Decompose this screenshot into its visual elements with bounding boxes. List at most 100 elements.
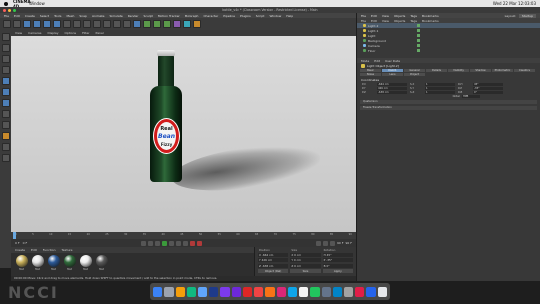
section-freeze-transformation[interactable]: Freeze Transformation (360, 106, 537, 110)
objects-tab-file[interactable]: File (361, 19, 366, 23)
record-icon[interactable] (190, 240, 196, 246)
menu-motion-tracker[interactable]: Motion Tracker (158, 14, 180, 18)
viewport-menu-cameras[interactable]: Cameras (28, 31, 41, 35)
coord-size-select[interactable]: Size (290, 268, 321, 273)
visibility-check-icon[interactable] (417, 44, 420, 47)
light-tab-caustics[interactable]: Caustics (514, 69, 535, 72)
lock-workplane-icon[interactable] (1, 143, 10, 151)
sky-icon[interactable] (173, 20, 181, 28)
material-0[interactable]: Mat (15, 255, 28, 274)
material-5[interactable]: Mat (95, 255, 108, 274)
dock-app-icon[interactable] (242, 286, 253, 297)
scale-icon[interactable] (43, 20, 51, 28)
param-value-s-x[interactable]: 1 (425, 83, 455, 86)
coord-rot-p[interactable]: P -35° (322, 258, 353, 263)
make-editable-icon[interactable] (1, 33, 10, 41)
y-axis-icon[interactable] (73, 20, 81, 28)
coord-pos-z[interactable]: Z -638 cm (258, 263, 289, 268)
coord-rot-b[interactable]: B 0° (322, 263, 353, 268)
subdivision-surface-icon[interactable] (143, 20, 151, 28)
light-tab-shadow[interactable]: Shadow (470, 69, 491, 72)
light-tab-basic[interactable]: Basic (360, 69, 381, 72)
menu-edit[interactable]: Edit (14, 14, 20, 18)
dock-app-icon[interactable] (164, 286, 174, 297)
key-scale-icon[interactable] (323, 240, 328, 246)
move-icon[interactable] (33, 20, 41, 28)
dock-app-icon[interactable] (265, 286, 275, 297)
param-value-r-b[interactable]: 0° (473, 91, 503, 94)
menu-render[interactable]: Render (128, 14, 139, 18)
light-tab-photometric[interactable]: Photometric (492, 69, 513, 72)
dock-app-icon[interactable] (209, 286, 219, 297)
light-tab-coord[interactable]: Coord. (382, 69, 403, 72)
param-value-p-y[interactable]: 426 cm (377, 87, 407, 90)
om-menu-bookmarks[interactable]: Bookmarks (422, 14, 439, 18)
render-settings-icon[interactable] (123, 20, 131, 28)
prev-key-icon[interactable] (148, 240, 154, 246)
material-menu-create[interactable]: Create (15, 248, 25, 252)
next-frame-icon[interactable] (169, 240, 175, 246)
clock[interactable]: Wed 22 Mar 12:03:03 (493, 1, 536, 6)
viewport-menu-panel[interactable]: Panel (96, 31, 104, 35)
material-preview[interactable] (15, 255, 28, 267)
param-value-s-z[interactable]: 1 (425, 91, 455, 94)
goto-end-icon[interactable] (183, 240, 189, 246)
cube-icon[interactable] (133, 20, 141, 28)
material-menu-function[interactable]: Function (43, 248, 56, 252)
x-axis-icon[interactable] (63, 20, 71, 28)
zoom-window-button[interactable] (13, 8, 16, 12)
dock-app-icon[interactable] (366, 286, 376, 297)
dock-app-icon[interactable] (175, 286, 185, 297)
edges-mode-icon[interactable] (1, 88, 10, 96)
live-selection-icon[interactable] (23, 20, 31, 28)
object-row-floor[interactable]: Floor (357, 48, 540, 53)
viewport-menu-options[interactable]: Options (65, 31, 77, 35)
world-coord-icon[interactable] (93, 20, 101, 28)
light-icon[interactable] (193, 20, 201, 28)
om-menu-view[interactable]: View (382, 14, 389, 18)
dock-app-icon[interactable] (276, 286, 286, 297)
goto-start-icon[interactable] (141, 240, 147, 246)
render-view-icon[interactable] (103, 20, 111, 28)
camera-icon[interactable] (183, 20, 191, 28)
next-key-icon[interactable] (176, 240, 182, 246)
menu-window[interactable]: Window (269, 14, 281, 18)
coord-mode-select[interactable]: Object (Rel) (258, 268, 289, 273)
om-menu-file[interactable]: File (361, 14, 366, 18)
preview-end-frame[interactable]: 90 F (346, 241, 353, 246)
om-menu-objects[interactable]: Objects (394, 14, 405, 18)
dock-app-icon[interactable] (377, 286, 387, 297)
material-preview[interactable] (63, 255, 76, 267)
menu-simulate[interactable]: Simulate (110, 14, 123, 18)
current-frame[interactable]: 0 F (23, 241, 28, 245)
viewport-menu-filter[interactable]: Filter (82, 31, 89, 35)
dock-app-icon[interactable] (310, 286, 320, 297)
objects-tab-view[interactable]: View (382, 19, 389, 23)
snap-icon[interactable] (1, 132, 10, 140)
tweak-mode-icon[interactable] (1, 121, 10, 129)
menu-script[interactable]: Script (256, 14, 265, 18)
dock-app-icon[interactable] (186, 286, 196, 297)
array-icon[interactable] (153, 20, 161, 28)
light-tab-project[interactable]: Project (404, 73, 425, 76)
material-2[interactable]: Mat (47, 255, 60, 274)
coordinates-section-header[interactable]: Coordinates (357, 76, 540, 83)
material-1[interactable]: Mat (31, 255, 44, 274)
menu-select[interactable]: Select (40, 14, 49, 18)
redo-icon[interactable] (13, 20, 21, 28)
solo-icon[interactable] (1, 154, 10, 162)
param-value-r-p[interactable]: -35° (473, 87, 503, 90)
menu-pipeline[interactable]: Pipeline (223, 14, 235, 18)
objects-tab-tags[interactable]: Tags (410, 19, 417, 23)
window-menu[interactable]: Window (29, 1, 45, 6)
points-mode-icon[interactable] (1, 77, 10, 85)
layout-select[interactable]: Startup (518, 13, 536, 18)
param-value-p-x[interactable]: -664 cm (377, 83, 407, 86)
visibility-check-icon[interactable] (417, 29, 420, 32)
model-mode-icon[interactable] (1, 44, 10, 52)
dock-app-icon[interactable] (321, 286, 331, 297)
visibility-check-icon[interactable] (417, 24, 420, 27)
menu-mograph[interactable]: MoGraph (185, 14, 199, 18)
section-quaternion[interactable]: Quaternion (360, 100, 537, 104)
menu-mesh[interactable]: Mesh (66, 14, 74, 18)
